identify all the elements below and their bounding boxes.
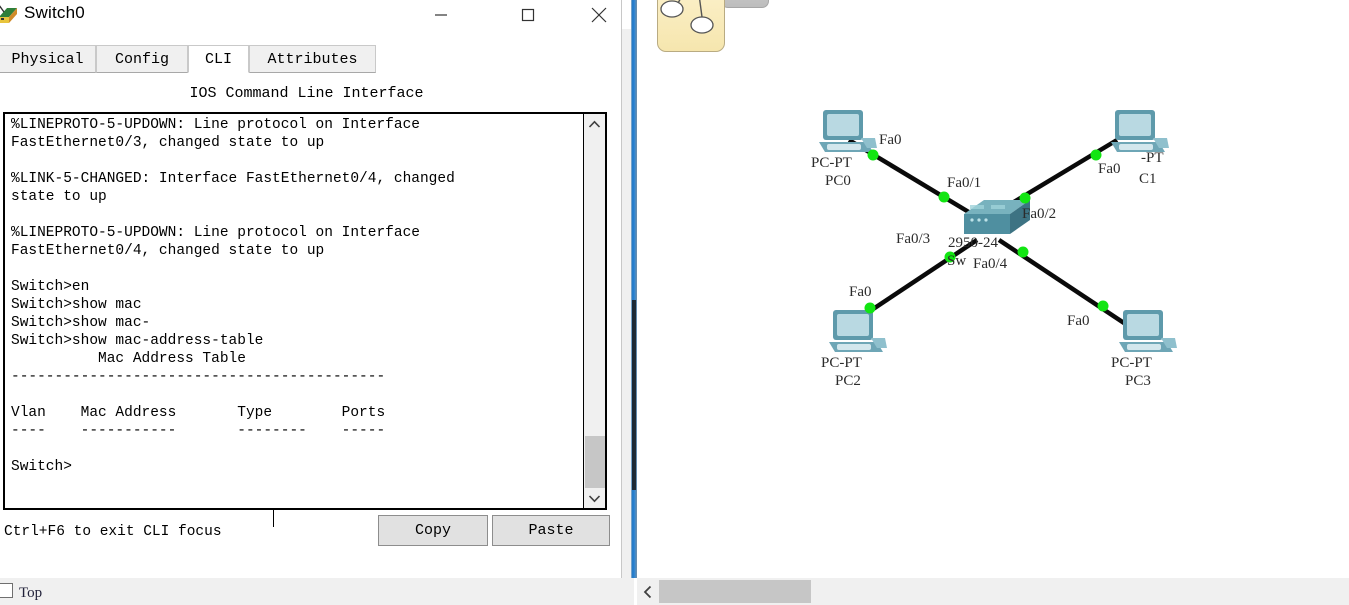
- device-type-pc2: PC-PT: [821, 355, 862, 371]
- device-pc1: [1111, 110, 1169, 152]
- link-dot-pc1: [1090, 149, 1102, 161]
- device-name-switch0: Sw: [947, 253, 967, 269]
- horizontal-scrollbar-thumb[interactable]: [659, 580, 811, 603]
- cli-heading: IOS Command Line Interface: [189, 85, 424, 102]
- scroll-down-icon[interactable]: [584, 488, 605, 508]
- device-pc0: [819, 110, 877, 152]
- device-type-pc3: PC-PT: [1111, 355, 1152, 371]
- tab-config[interactable]: Config: [96, 45, 188, 73]
- minimize-button[interactable]: [418, 0, 464, 29]
- topology-pane: Fa0 Fa0 Fa0 Fa0 Fa0/1 Fa0/2 Fa0/3 Fa0/4 …: [637, 0, 1349, 578]
- tab-strip: Physical Config CLI Attributes: [0, 45, 621, 74]
- interface-label-fa0-4: Fa0/4: [973, 256, 1008, 272]
- maximize-icon: [521, 8, 535, 21]
- minimize-icon: [435, 13, 447, 16]
- topology-canvas[interactable]: [637, 0, 1349, 578]
- title-bar[interactable]: Switch0: [0, 0, 621, 29]
- cli-focus-hint: Ctrl+F6 to exit CLI focus: [4, 524, 222, 540]
- bottom-strip: [0, 578, 634, 605]
- tab-cli[interactable]: CLI: [188, 45, 249, 73]
- link-dot-switch-f1: [938, 191, 950, 203]
- interface-label-pc1-fa0: Fa0: [1098, 161, 1121, 177]
- link-dot-pc0: [867, 149, 879, 161]
- workspace-horizontal-scrollbar[interactable]: [637, 578, 1349, 605]
- device-type-pc1: -PT: [1141, 150, 1164, 166]
- interface-label-pc3-fa0: Fa0: [1067, 313, 1090, 329]
- close-button[interactable]: [576, 0, 622, 29]
- text-caret: [273, 510, 274, 527]
- scroll-left-icon[interactable]: [637, 578, 659, 605]
- device-pc3: [1119, 310, 1177, 352]
- window-title: Switch0: [24, 3, 85, 22]
- device-name-pc2: PC2: [835, 373, 861, 389]
- interface-label-fa0-2: Fa0/2: [1022, 206, 1057, 222]
- packet-tracer-switch-icon: [0, 3, 20, 25]
- top-label: Top: [19, 585, 43, 601]
- close-icon: [591, 7, 607, 22]
- device-name-pc3: PC3: [1125, 373, 1151, 389]
- interface-label-fa0-1: Fa0/1: [947, 175, 982, 191]
- terminal-vertical-scrollbar[interactable]: [583, 114, 605, 508]
- interface-label-pc0-fa0: Fa0: [879, 132, 902, 148]
- interface-label-pc2-fa0: Fa0: [849, 284, 872, 300]
- scroll-up-icon[interactable]: [584, 114, 605, 134]
- device-type-switch0: 2950-24: [948, 235, 998, 251]
- device-switch0: [964, 200, 1030, 234]
- copy-button[interactable]: Copy: [378, 515, 488, 546]
- tab-attributes[interactable]: Attributes: [249, 45, 376, 73]
- cli-panel: IOS Command Line Interface %LINEPROTO-5-…: [0, 73, 621, 578]
- scrollbar-thumb[interactable]: [585, 436, 605, 488]
- tab-physical[interactable]: Physical: [0, 45, 96, 73]
- link-dot-switch-f2: [1019, 192, 1031, 204]
- splitter-grip: [632, 300, 636, 490]
- link-dot-pc2: [864, 302, 876, 314]
- device-name-pc1: C1: [1139, 171, 1157, 187]
- maximize-button[interactable]: [505, 0, 551, 29]
- switch0-window: Switch0 Physical Config CLI Attributes I…: [0, 0, 622, 578]
- device-pc2: [829, 310, 887, 352]
- device-name-pc0: PC0: [825, 173, 851, 189]
- interface-label-fa0-3: Fa0/3: [896, 231, 931, 247]
- terminal-output[interactable]: %LINEPROTO-5-UPDOWN: Line protocol on In…: [11, 116, 581, 508]
- link-dot-pc3: [1097, 300, 1109, 312]
- link-dot-switch-f4: [1017, 246, 1029, 258]
- paste-button[interactable]: Paste: [492, 515, 610, 546]
- top-checkbox[interactable]: [0, 583, 13, 598]
- device-type-pc0: PC-PT: [811, 155, 852, 171]
- terminal-frame[interactable]: %LINEPROTO-5-UPDOWN: Line protocol on In…: [3, 112, 607, 527]
